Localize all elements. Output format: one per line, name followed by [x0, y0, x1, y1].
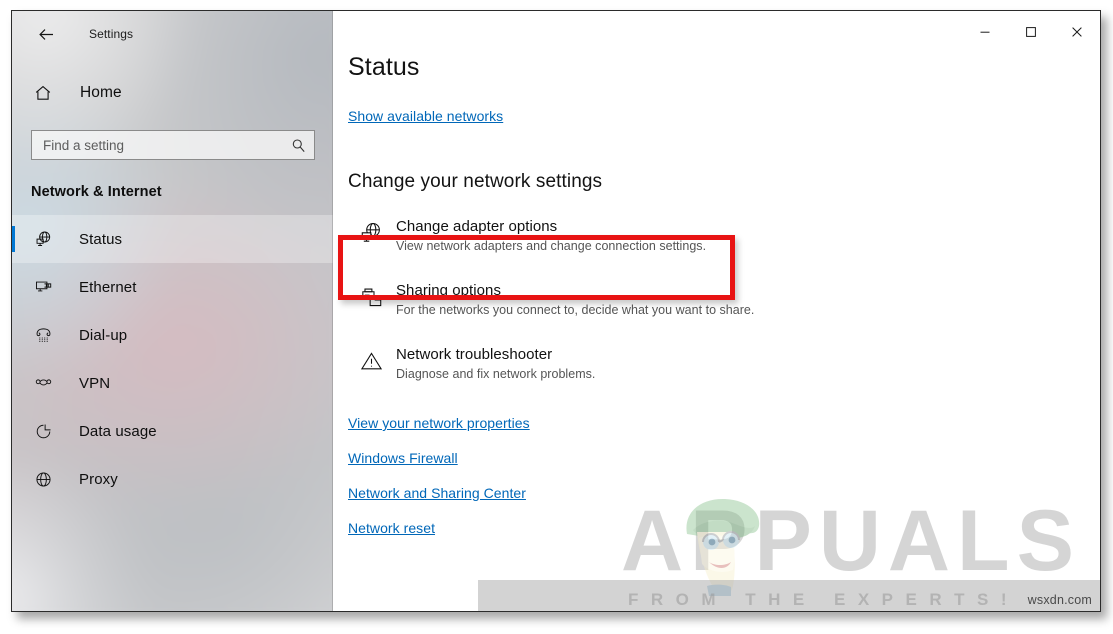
warning-triangle-icon [356, 349, 386, 374]
maximize-button[interactable] [1008, 11, 1054, 53]
link-network-sharing-center[interactable]: Network and Sharing Center [348, 485, 1100, 501]
row-subtitle: For the networks you connect to, decide … [396, 303, 755, 317]
row-title: Network troubleshooter [396, 346, 553, 363]
sidebar-item-ethernet[interactable]: Ethernet [12, 263, 333, 311]
sidebar-item-dialup[interactable]: Dial-up [12, 311, 333, 359]
sidebar-item-label: Dial-up [79, 326, 128, 344]
settings-rows: Change adapter options View network adap… [348, 215, 1100, 407]
close-button[interactable] [1054, 11, 1100, 53]
sidebar-category-title: Network & Internet [31, 184, 162, 200]
app-title: Settings [89, 27, 134, 41]
selection-indicator [12, 226, 15, 252]
dialup-phone-icon [34, 326, 58, 345]
sidebar-item-label: Ethernet [79, 278, 137, 296]
ethernet-icon [34, 278, 58, 297]
settings-window: Settings Home Find a setting Network & I… [11, 10, 1101, 612]
status-page: Status Show available networks Change yo… [333, 11, 1100, 537]
sidebar-item-label: Status [79, 230, 123, 248]
search-box[interactable] [31, 130, 315, 160]
row-title: Sharing options [396, 282, 501, 299]
row-network-troubleshooter[interactable]: Network troubleshooter Diagnose and fix … [348, 343, 1100, 407]
row-title: Change adapter options [396, 218, 558, 235]
sidebar-nav: Status Ethernet Dial-up VPN Data usage P… [12, 215, 333, 503]
window-controls [962, 11, 1100, 53]
row-subtitle: Diagnose and fix network problems. [396, 367, 596, 381]
minimize-button[interactable] [962, 11, 1008, 53]
globe-monitor-icon [34, 230, 58, 249]
home-icon [34, 84, 60, 102]
pie-chart-icon [34, 422, 58, 441]
sidebar-item-label: Proxy [79, 470, 118, 488]
globe-icon [34, 470, 58, 489]
row-subtitle: View network adapters and change connect… [396, 239, 707, 253]
sidebar: Settings Home Find a setting Network & I… [12, 11, 333, 611]
search-input[interactable] [43, 137, 291, 153]
sidebar-item-label: VPN [79, 374, 111, 392]
sidebar-item-status[interactable]: Status [12, 215, 333, 263]
back-arrow-icon[interactable] [31, 19, 61, 49]
row-sharing-options[interactable]: Sharing options For the networks you con… [348, 279, 1100, 343]
sidebar-item-data-usage[interactable]: Data usage [12, 407, 333, 455]
vpn-icon [34, 374, 58, 393]
titlebar-left: Settings [12, 11, 333, 57]
search-icon[interactable] [291, 138, 306, 153]
link-network-reset[interactable]: Network reset [348, 520, 1100, 536]
sidebar-item-home[interactable]: Home [12, 75, 333, 111]
sidebar-item-vpn[interactable]: VPN [12, 359, 333, 407]
globe-monitor-icon [356, 221, 386, 246]
group-title: Change your network settings [348, 171, 603, 192]
sidebar-item-label: Data usage [79, 422, 157, 440]
main-content: Status Show available networks Change yo… [333, 11, 1100, 611]
link-view-network-properties[interactable]: View your network properties [348, 415, 1100, 431]
watermark-footer-band [478, 580, 1100, 611]
row-change-adapter-options[interactable]: Change adapter options View network adap… [348, 215, 1100, 279]
page-title: Status [348, 53, 420, 81]
show-available-networks-link[interactable]: Show available networks [348, 108, 503, 124]
related-links: View your network properties Windows Fir… [348, 415, 1100, 536]
sidebar-home-label: Home [80, 84, 122, 101]
sidebar-item-proxy[interactable]: Proxy [12, 455, 333, 503]
site-watermark: wsxdn.com [1027, 593, 1092, 607]
link-windows-firewall[interactable]: Windows Firewall [348, 450, 1100, 466]
sharing-printer-folder-icon [356, 285, 386, 310]
